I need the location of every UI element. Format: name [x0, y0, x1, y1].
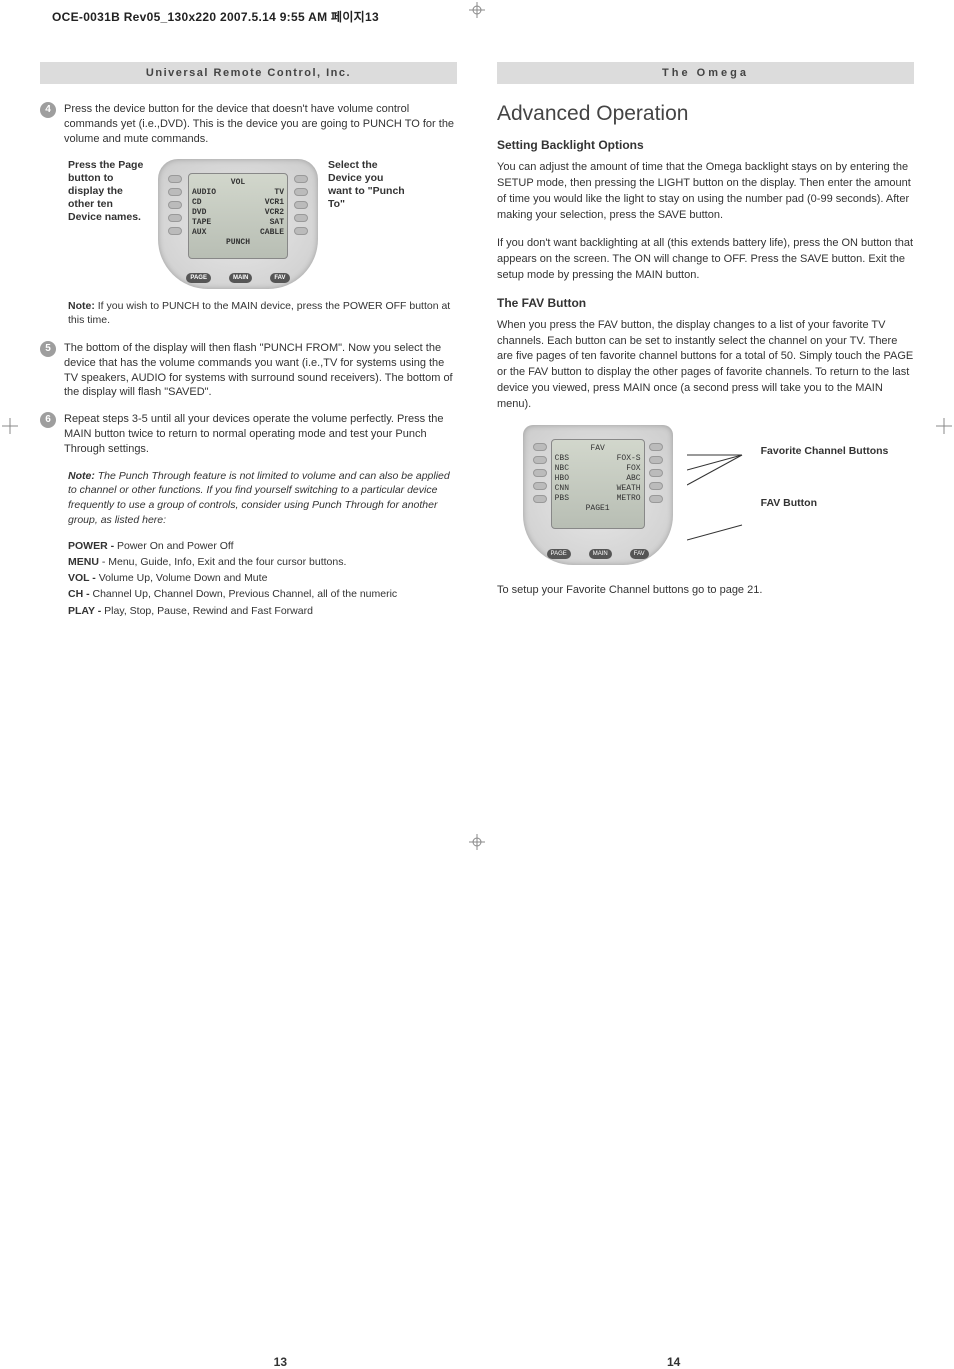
remote1-left-buttons — [168, 175, 182, 235]
registration-mark-left — [2, 418, 18, 434]
right-page-header: The Omega — [497, 62, 914, 84]
remote2-left-buttons — [533, 443, 547, 503]
fav-button: FAV — [270, 273, 289, 283]
note-punch-main: Note: If you wish to PUNCH to the MAIN d… — [68, 299, 457, 327]
step-6: 6 Repeat steps 3-5 until all your device… — [40, 412, 457, 457]
page-number-left: 13 — [274, 1355, 287, 1369]
page-title: Advanced Operation — [497, 102, 914, 126]
remote-illustration-2: FAV CBSFOX-S NBCFOX HBOABC CNNWEATH PBSM… — [523, 425, 673, 565]
fav-button: FAV — [630, 549, 649, 559]
remote-side-button — [294, 188, 308, 196]
remote-side-button — [533, 495, 547, 503]
favorite-channel-buttons-label: Favorite Channel Buttons — [761, 445, 889, 459]
note-body: The Punch Through feature is not limited… — [68, 470, 450, 526]
list-item: POWER - Power On and Power Off — [68, 538, 457, 554]
remote1-bottom-buttons: PAGE MAIN FAV — [158, 273, 318, 283]
remote-side-button — [294, 227, 308, 235]
section-backlight-heading: Setting Backlight Options — [497, 138, 914, 152]
remote-side-button — [649, 443, 663, 451]
right-page: The Omega Advanced Operation Setting Bac… — [497, 62, 914, 619]
punch-through-note: Note: The Punch Through feature is not l… — [68, 469, 457, 528]
fav-diagram: FAV CBSFOX-S NBCFOX HBOABC CNNWEATH PBSM… — [497, 425, 914, 565]
remote-side-button — [168, 175, 182, 183]
callout-arrows — [687, 425, 747, 555]
note-label: Note: — [68, 300, 95, 312]
remote-side-button — [168, 227, 182, 235]
diagram-right-label: Select the Device you want to "Punch To" — [328, 159, 410, 212]
note-label: Note: — [68, 470, 95, 482]
remote2-right-buttons — [649, 443, 663, 503]
step-4-text: Press the device button for the device t… — [64, 102, 457, 147]
main-button: MAIN — [589, 549, 612, 559]
left-page-header: Universal Remote Control, Inc. — [40, 62, 457, 84]
remote-side-button — [649, 456, 663, 464]
page-spread: Universal Remote Control, Inc. 4 Press t… — [40, 62, 914, 619]
page-button: PAGE — [186, 273, 211, 283]
registration-mark-right — [936, 418, 952, 434]
remote-side-button — [533, 469, 547, 477]
punch-to-diagram: Press the Page button to display the oth… — [68, 159, 457, 289]
section-fav-para-1: When you press the FAV button, the displ… — [497, 318, 914, 414]
registration-mark-top — [469, 2, 485, 18]
registration-mark-bottom — [469, 834, 485, 850]
section-backlight-para-1: You can adjust the amount of time that t… — [497, 160, 914, 224]
step-5-bullet: 5 — [40, 341, 56, 357]
main-button: MAIN — [229, 273, 252, 283]
list-item: MENU - Menu, Guide, Info, Exit and the f… — [68, 554, 457, 570]
remote-side-button — [533, 482, 547, 490]
remote-illustration-1: VOL AUDIOTV CDVCR1 DVDVCR2 TAPESAT AUXCA… — [158, 159, 318, 289]
remote-side-button — [168, 214, 182, 222]
page-button: PAGE — [547, 549, 571, 559]
list-item: VOL - Volume Up, Volume Down and Mute — [68, 570, 457, 586]
diagram-left-label: Press the Page button to display the oth… — [68, 159, 148, 225]
remote-side-button — [649, 469, 663, 477]
section-backlight-para-2: If you don't want backlighting at all (t… — [497, 236, 914, 284]
remote-side-button — [533, 443, 547, 451]
remote-side-button — [294, 214, 308, 222]
remote-side-button — [649, 482, 663, 490]
remote2-screen: FAV CBSFOX-S NBCFOX HBOABC CNNWEATH PBSM… — [551, 439, 645, 529]
remote-side-button — [533, 456, 547, 464]
step-6-text: Repeat steps 3-5 until all your devices … — [64, 412, 457, 457]
note-body: If you wish to PUNCH to the MAIN device,… — [68, 300, 450, 326]
remote1-right-buttons — [294, 175, 308, 235]
step-5: 5 The bottom of the display will then fl… — [40, 341, 457, 400]
remote-side-button — [294, 201, 308, 209]
fav-diagram-labels: Favorite Channel Buttons FAV Button — [761, 425, 889, 510]
list-item: PLAY - Play, Stop, Pause, Rewind and Fas… — [68, 603, 457, 619]
remote1-screen: VOL AUDIOTV CDVCR1 DVDVCR2 TAPESAT AUXCA… — [188, 173, 288, 259]
command-group-list: POWER - Power On and Power Off MENU - Me… — [68, 538, 457, 619]
section-fav-heading: The FAV Button — [497, 296, 914, 310]
page-number-right: 14 — [667, 1355, 680, 1369]
list-item: CH - Channel Up, Channel Down, Previous … — [68, 586, 457, 602]
section-fav-para-2: To setup your Favorite Channel buttons g… — [497, 583, 914, 599]
step-5-text: The bottom of the display will then flas… — [64, 341, 457, 400]
left-page: Universal Remote Control, Inc. 4 Press t… — [40, 62, 457, 619]
fav-button-label: FAV Button — [761, 497, 889, 511]
document-header-stamp: OCE-0031B Rev05_130x220 2007.5.14 9:55 A… — [52, 8, 379, 25]
remote-side-button — [649, 495, 663, 503]
remote-side-button — [168, 201, 182, 209]
step-4: 4 Press the device button for the device… — [40, 102, 457, 147]
step-6-bullet: 6 — [40, 412, 56, 428]
remote2-bottom-buttons: PAGE MAIN FAV — [523, 549, 673, 559]
remote-side-button — [168, 188, 182, 196]
step-4-bullet: 4 — [40, 102, 56, 118]
remote-side-button — [294, 175, 308, 183]
